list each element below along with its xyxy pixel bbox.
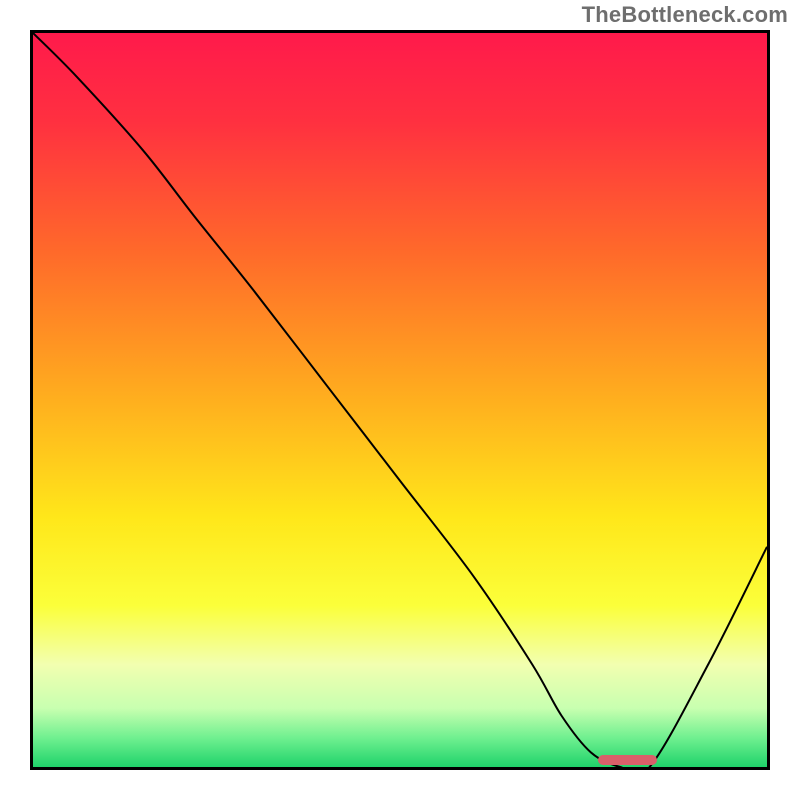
optimum-marker bbox=[598, 755, 657, 765]
watermark-text: TheBottleneck.com bbox=[582, 2, 788, 28]
chart-plot-area bbox=[30, 30, 770, 770]
curve-line bbox=[33, 33, 767, 767]
